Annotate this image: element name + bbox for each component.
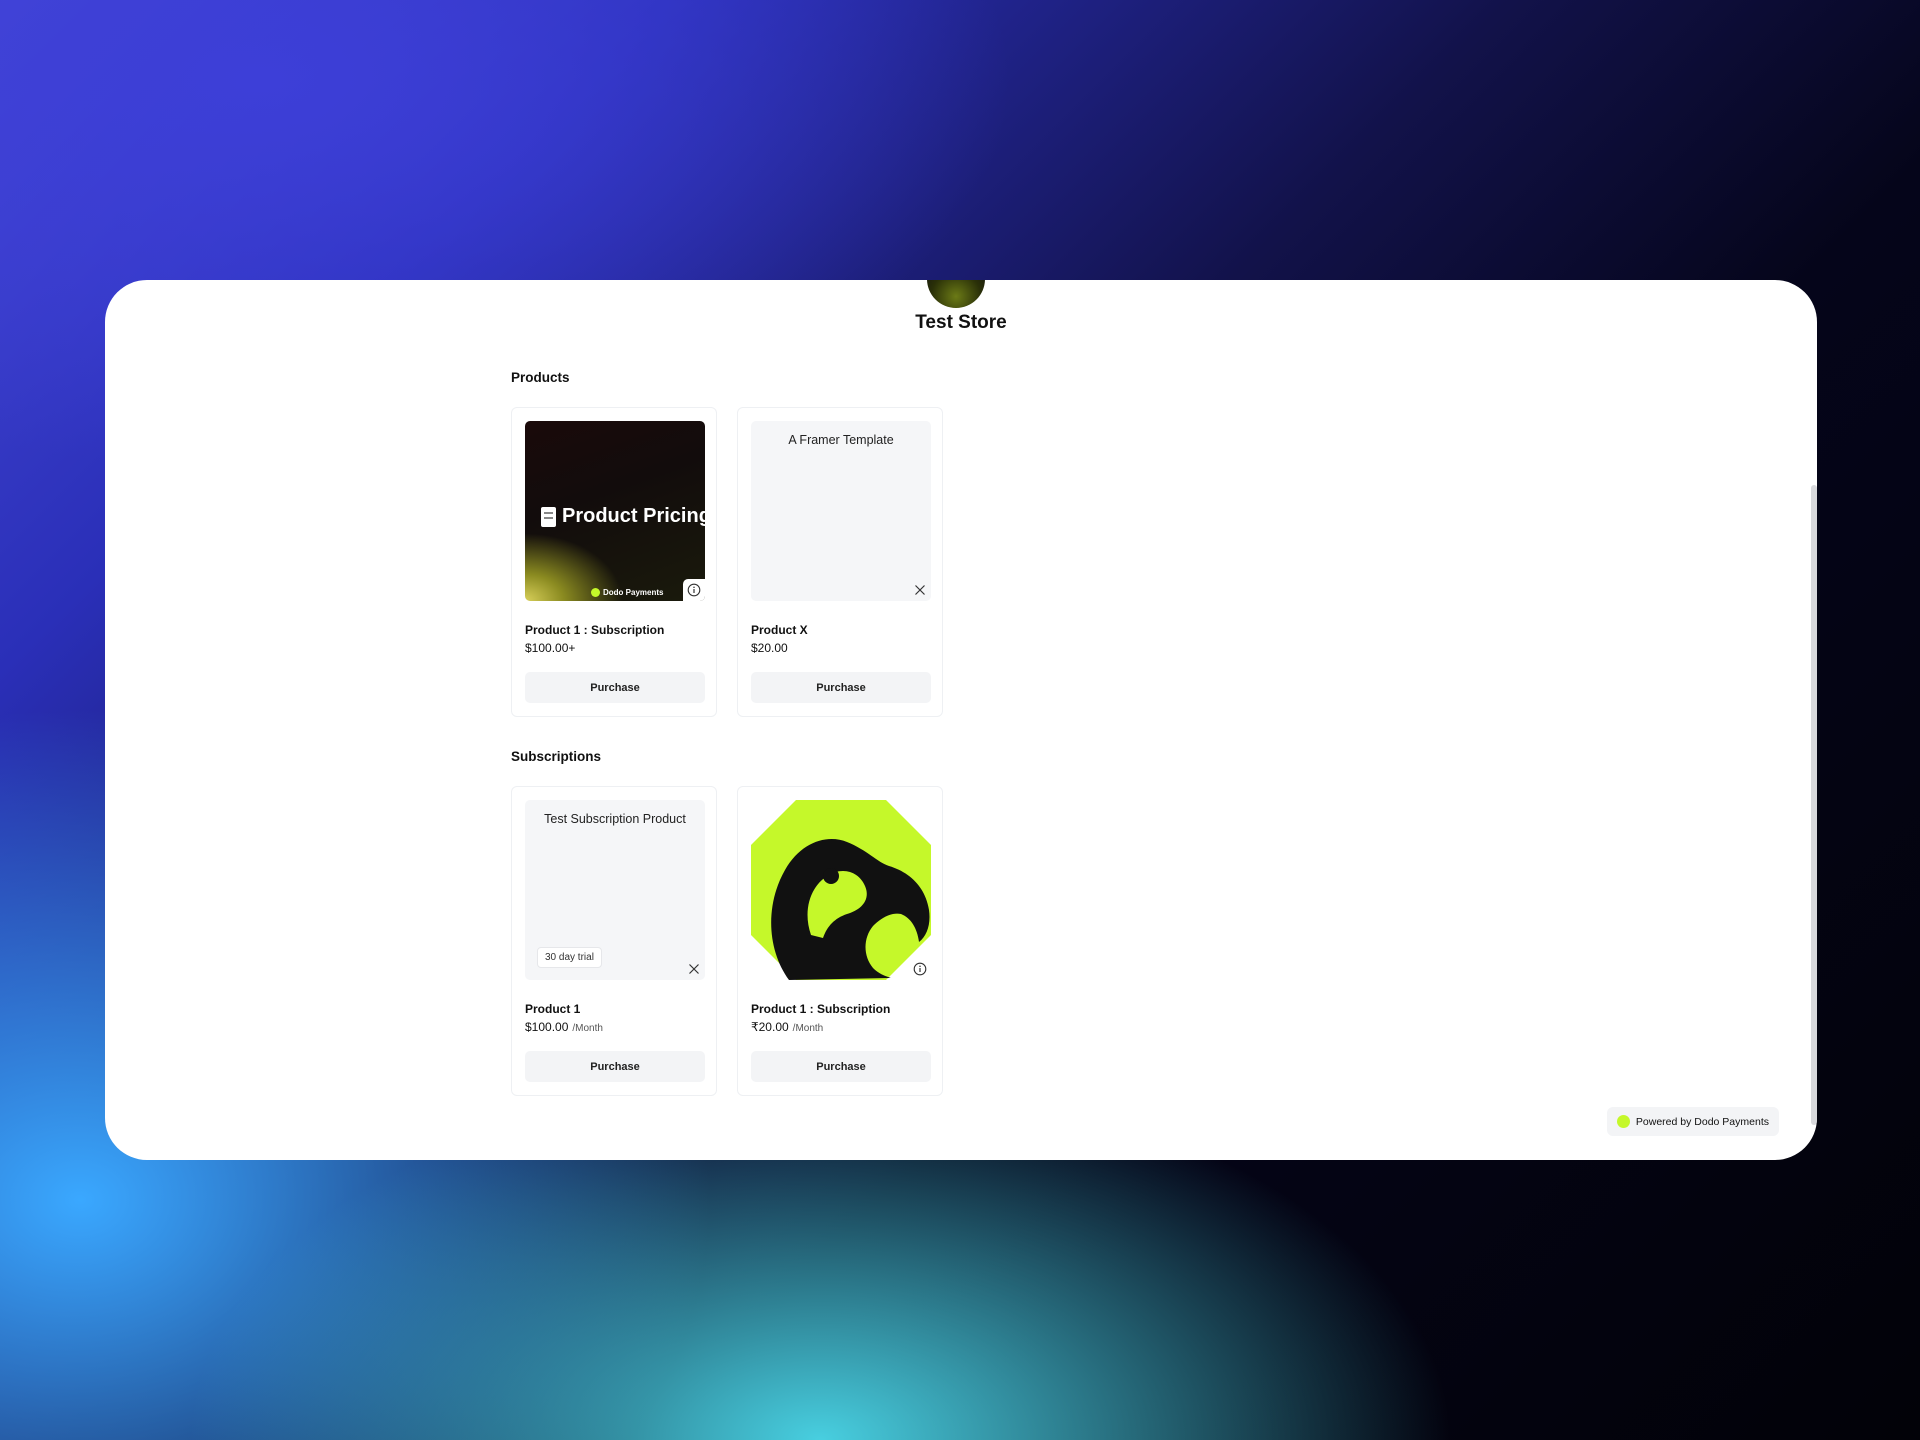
dodo-bird-image: [751, 800, 931, 980]
close-icon[interactable]: [683, 958, 705, 980]
product-card[interactable]: A Framer Template Product X $20.00 Purch…: [737, 407, 943, 717]
product-image: Test Subscription Product 30 day trial: [525, 800, 705, 980]
dodo-logo-icon: [591, 588, 600, 597]
purchase-button[interactable]: Purchase: [525, 672, 705, 703]
product-price: $20.00: [751, 641, 788, 655]
info-icon[interactable]: [909, 958, 931, 980]
product-image-caption: Test Subscription Product: [544, 812, 686, 826]
info-icon[interactable]: [683, 579, 705, 601]
close-icon[interactable]: [909, 579, 931, 601]
billing-period: /Month: [572, 1023, 603, 1034]
product-price: $100.00+: [525, 641, 576, 655]
purchase-button[interactable]: Purchase: [525, 1051, 705, 1082]
image-brand: Dodo Payments: [591, 588, 663, 597]
product-name: Product X: [751, 623, 808, 637]
store-logo: [927, 280, 985, 308]
products-grid: Product Pricing Dodo Payments Product 1 …: [511, 407, 943, 717]
trial-badge: 30 day trial: [537, 947, 602, 968]
subscriptions-grid: Test Subscription Product 30 day trial P…: [511, 786, 943, 1096]
document-icon: [541, 506, 556, 527]
subscription-card[interactable]: Product 1 : Subscription ₹20.00/Month Pu…: [737, 786, 943, 1096]
product-name: Product 1 : Subscription: [525, 623, 665, 637]
product-image: Product Pricing Dodo Payments: [525, 421, 705, 601]
storefront-card: Test Store Products Product Pricing Dodo…: [105, 280, 1817, 1160]
product-image: A Framer Template: [751, 421, 931, 601]
product-image: [751, 800, 931, 980]
billing-period: /Month: [792, 1023, 824, 1034]
powered-by-badge[interactable]: Powered by Dodo Payments: [1606, 1107, 1779, 1136]
products-section-title: Products: [511, 370, 570, 385]
product-name: Product 1: [525, 1002, 581, 1016]
product-card[interactable]: Product Pricing Dodo Payments Product 1 …: [511, 407, 717, 717]
dodo-logo-icon: [1616, 1115, 1630, 1128]
purchase-button[interactable]: Purchase: [751, 1051, 931, 1082]
product-name: Product 1 : Subscription: [751, 1002, 891, 1016]
purchase-button[interactable]: Purchase: [751, 672, 931, 703]
product-price: $100.00/Month: [525, 1020, 603, 1034]
subscription-card[interactable]: Test Subscription Product 30 day trial P…: [511, 786, 717, 1096]
product-image-caption: Product Pricing: [541, 505, 705, 528]
subscriptions-section-title: Subscriptions: [511, 749, 602, 764]
scrollbar[interactable]: [1811, 485, 1817, 1125]
product-image-caption: A Framer Template: [788, 433, 894, 447]
product-price: ₹20.00/Month: [751, 1020, 824, 1034]
store-title: Test Store: [915, 312, 1007, 333]
